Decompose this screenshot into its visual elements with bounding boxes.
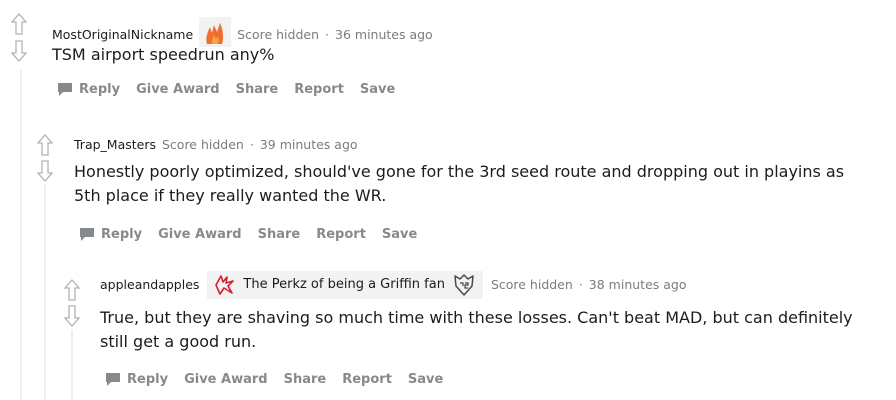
thread-line-1[interactable] <box>20 70 22 400</box>
timestamp[interactable]: 36 minutes ago <box>335 26 433 44</box>
upvote-icon[interactable] <box>64 279 80 301</box>
upvote-icon[interactable] <box>11 13 27 35</box>
user-flair: The Perkz of being a Griffin fan <box>207 271 483 299</box>
report-button[interactable]: Report <box>316 227 366 242</box>
share-button[interactable]: Share <box>258 227 301 242</box>
score-hidden: Score hidden <box>490 277 573 292</box>
score-hidden: Score hidden <box>161 137 244 152</box>
downvote-icon[interactable] <box>37 160 53 182</box>
comment-meta: Trap_Masters Score hidden · 39 minutes a… <box>74 136 358 154</box>
g2-logo-icon <box>454 274 474 296</box>
save-button[interactable]: Save <box>360 82 395 97</box>
give-award-button[interactable]: Give Award <box>136 82 220 97</box>
downvote-icon[interactable] <box>11 40 27 62</box>
griffin-logo-icon <box>215 275 235 295</box>
downvote-icon[interactable] <box>64 305 80 327</box>
reply-icon <box>58 83 72 96</box>
comment-body: True, but they are shaving so much time … <box>100 308 853 351</box>
give-award-button[interactable]: Give Award <box>158 227 242 242</box>
report-button[interactable]: Report <box>294 82 344 97</box>
comment-actions: Reply Give Award Share Report Save <box>57 81 411 97</box>
score-hidden: Score hidden <box>237 26 320 42</box>
save-button[interactable]: Save <box>382 227 417 242</box>
reply-label: Reply <box>101 226 143 242</box>
reply-label: Reply <box>127 371 169 387</box>
separator-dot: · <box>249 137 254 152</box>
author-link[interactable]: MostOriginalNickname <box>52 26 193 44</box>
thread-line-3[interactable] <box>71 330 73 400</box>
author-link[interactable]: appleandapples <box>100 276 199 294</box>
downvote-control <box>11 40 27 62</box>
reply-button[interactable]: Reply <box>105 371 168 387</box>
vote-controls <box>11 13 27 35</box>
comment-meta: appleandapples The Perkz of being a Grif… <box>100 270 687 300</box>
timestamp[interactable]: 39 minutes ago <box>260 136 358 154</box>
timestamp[interactable]: 38 minutes ago <box>589 276 687 294</box>
separator-dot: · <box>578 277 583 292</box>
comment-body: Honestly poorly optimized, should've gon… <box>74 162 845 205</box>
reply-icon <box>106 373 120 386</box>
save-button[interactable]: Save <box>408 372 443 387</box>
author-link[interactable]: Trap_Masters <box>74 136 156 154</box>
give-award-button[interactable]: Give Award <box>184 372 268 387</box>
reply-label: Reply <box>79 81 121 97</box>
vote-controls <box>64 279 80 301</box>
upvote-icon[interactable] <box>37 134 53 156</box>
report-button[interactable]: Report <box>342 372 392 387</box>
share-button[interactable]: Share <box>284 372 327 387</box>
downvote-control <box>37 160 53 182</box>
separator-dot: · <box>325 26 330 42</box>
comment-actions: Reply Give Award Share Report Save <box>79 226 433 242</box>
reply-icon <box>80 228 94 241</box>
vote-controls <box>37 134 53 156</box>
downvote-control <box>64 305 80 327</box>
comment-actions: Reply Give Award Share Report Save <box>105 371 459 387</box>
share-button[interactable]: Share <box>236 82 279 97</box>
reply-button[interactable]: Reply <box>79 226 142 242</box>
thread-line-2[interactable] <box>44 184 46 400</box>
flair-text: The Perkz of being a Griffin fan <box>243 277 445 292</box>
comment-body: TSM airport speedrun any% <box>52 45 275 64</box>
reply-button[interactable]: Reply <box>57 81 120 97</box>
